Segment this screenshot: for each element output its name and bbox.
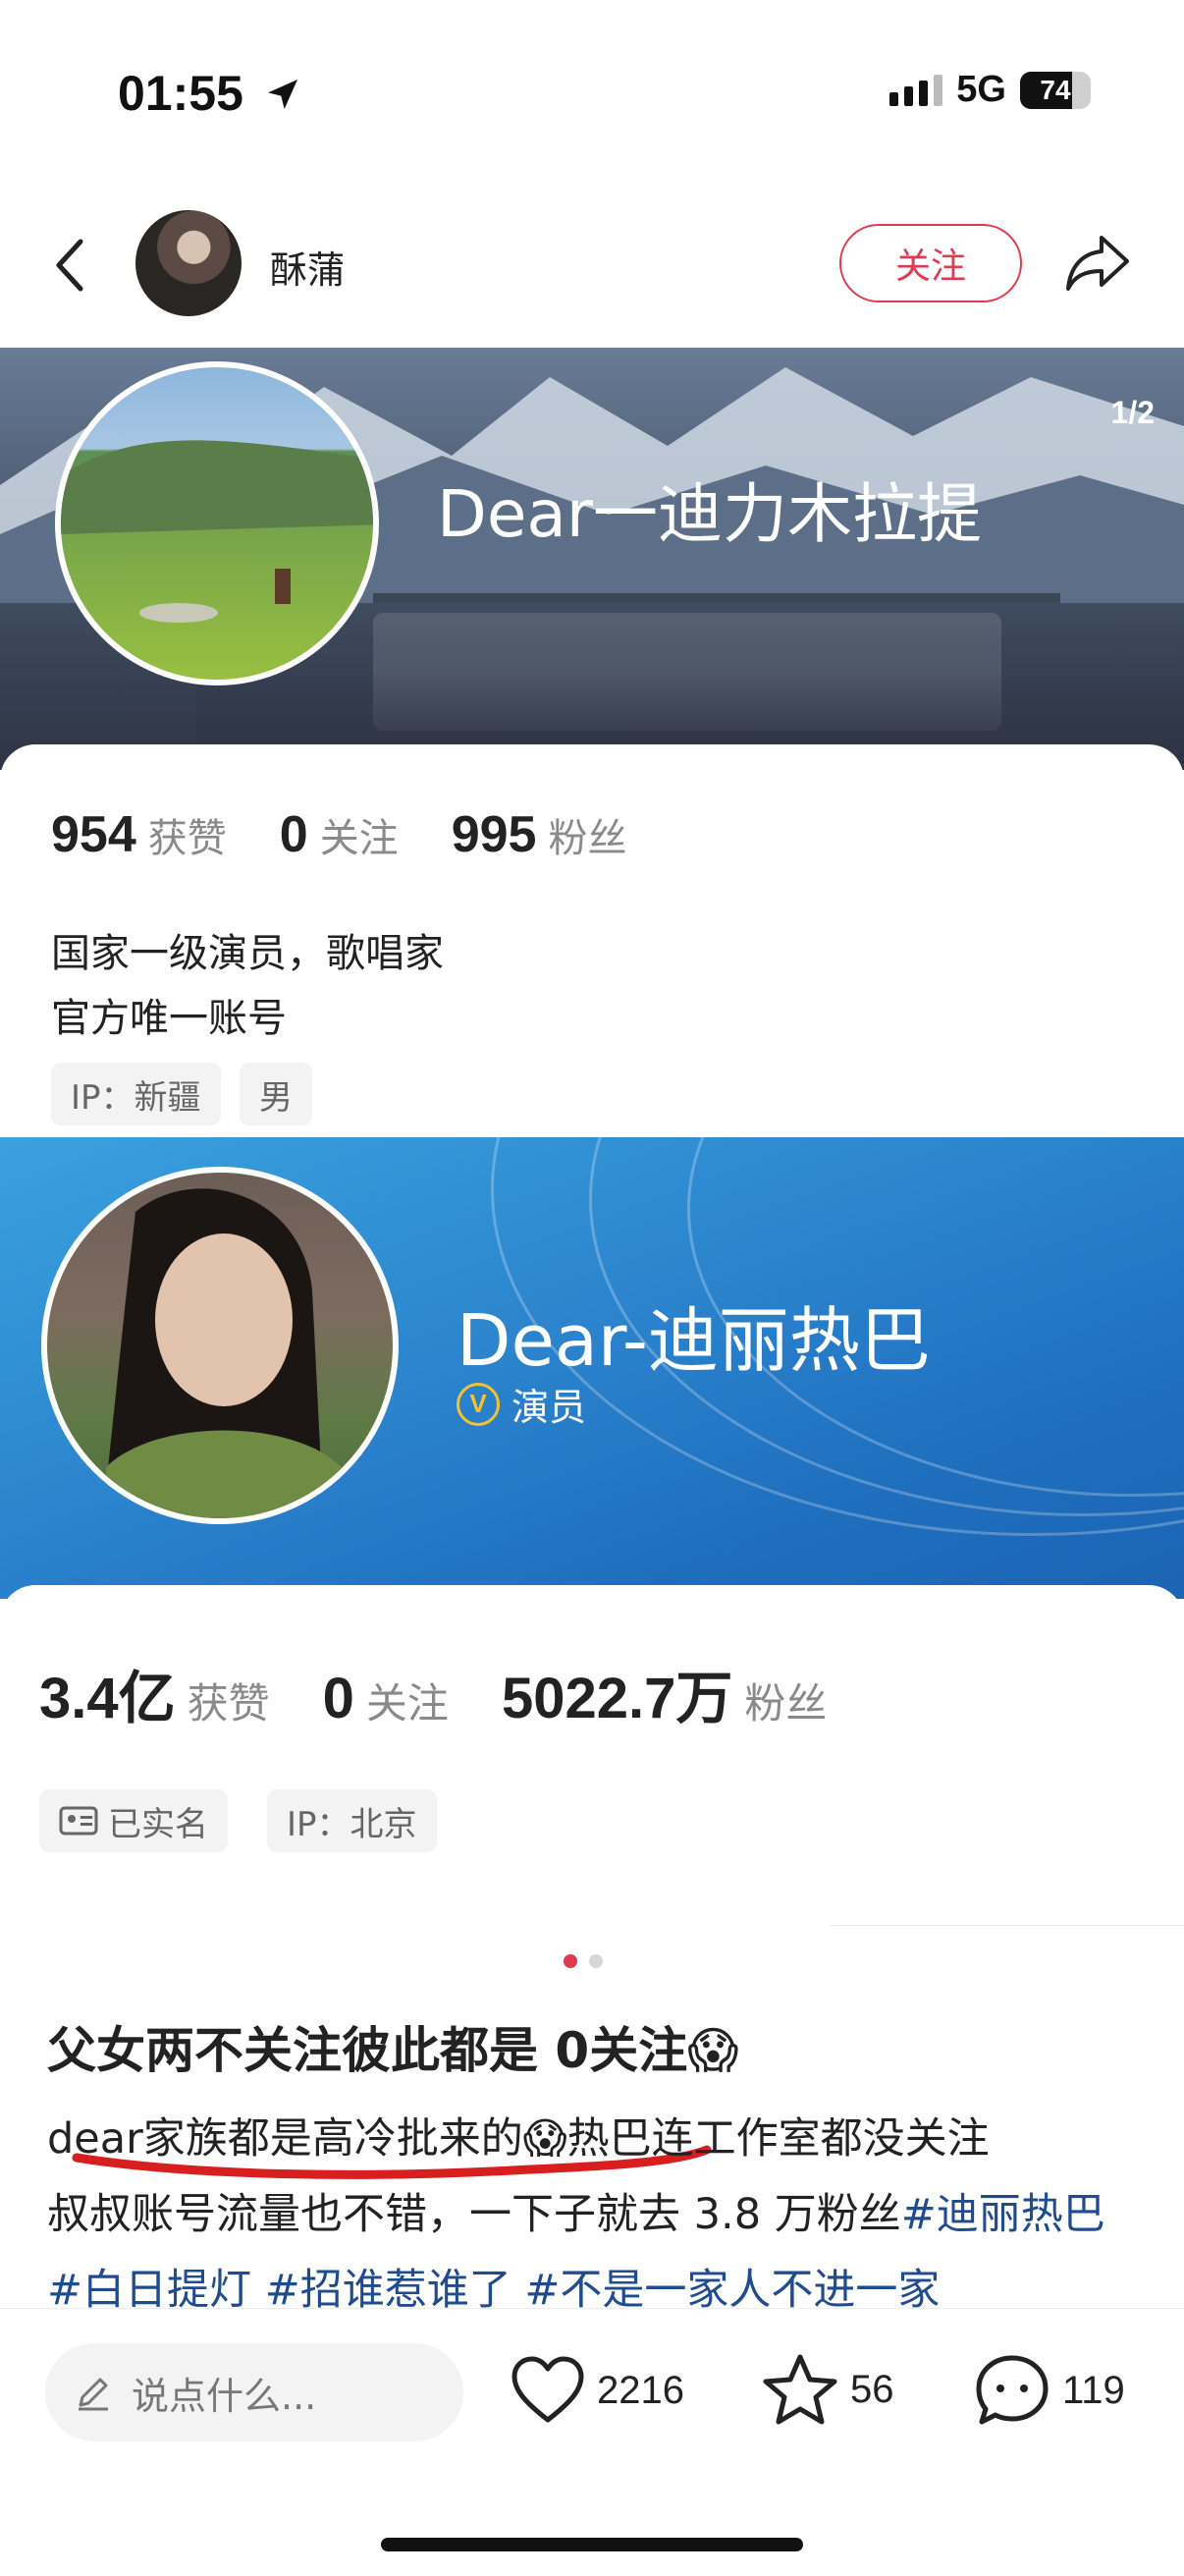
carousel-page-indicator: 1/2 [1110, 395, 1155, 430]
profile-2-stats: 3.4亿 获赞 0 关注 5022.7万 粉丝 [39, 1652, 880, 1734]
real-name-label: 已实名 [108, 1804, 208, 1844]
like-count: 2216 [597, 2368, 684, 2412]
verified-badge-icon: V [457, 1382, 500, 1426]
hashtag-link[interactable]: #迪丽热巴 [901, 2190, 1105, 2239]
screaming-face-emoji: 😱 [687, 2022, 739, 2079]
following-count[interactable]: 0 [323, 1666, 354, 1731]
author-avatar[interactable] [135, 210, 242, 316]
comment-bubble-icon [976, 2355, 1049, 2425]
profile-2-name[interactable]: Dear-迪丽热巴 [457, 1283, 931, 1386]
share-icon[interactable] [1062, 230, 1133, 295]
likes-count: 954 [51, 806, 136, 863]
comment-placeholder: 说点什么... [132, 2374, 317, 2418]
body-text: dear家族都是高冷批来的 [47, 2114, 523, 2164]
pencil-icon [79, 2378, 108, 2411]
profile-1-name[interactable]: Dear一迪力木拉提 [437, 462, 982, 556]
likes-label: 获赞 [187, 1679, 270, 1727]
meadow-scene [61, 440, 373, 623]
heart-icon [511, 2356, 584, 2423]
followers-label[interactable]: 粉丝 [744, 1671, 827, 1730]
status-indicators: 5G 74 [889, 69, 1091, 111]
following-count[interactable]: 0 [280, 805, 308, 864]
favorite-count: 56 [850, 2367, 894, 2411]
carousel-dots [564, 1954, 603, 1968]
battery-level: 74 [1040, 74, 1071, 105]
profile-2-card [0, 1585, 1184, 1919]
carousel-dot[interactable] [589, 1954, 603, 1968]
profile-1-bio-line-1: 国家一级演员，歌唱家 [51, 931, 444, 976]
author-name[interactable]: 酥蒲 [270, 240, 345, 294]
like-button[interactable]: 2216 [511, 2355, 684, 2426]
likes-label: 获赞 [147, 816, 227, 861]
portrait-figure [106, 1188, 342, 1518]
screaming-face-emoji: 😱 [522, 2114, 567, 2164]
profile-1-stats: 954 获赞 0 关注 995 粉丝 [51, 805, 679, 864]
note-title-text: 父女两不关注彼此都是 0关注 [47, 2022, 688, 2079]
comment-count: 119 [1062, 2368, 1125, 2412]
favorite-button[interactable]: 56 [762, 2353, 894, 2426]
network-type: 5G [956, 69, 1006, 110]
note-body: dear家族都是高冷批来的😱热巴连工作室都没关注 叔叔账号流量也不错，一下子就去… [47, 2102, 1147, 2329]
location-arrow-icon [267, 80, 297, 109]
likes-count: 3.4亿 [39, 1667, 176, 1730]
id-card-icon [59, 1806, 98, 1836]
battery-icon: 74 [1020, 71, 1091, 109]
carousel-dot[interactable] [564, 1954, 577, 1968]
gender-tag: 男 [240, 1063, 312, 1125]
comment-button[interactable]: 119 [974, 2353, 1125, 2428]
following-label[interactable]: 关注 [320, 806, 399, 863]
cellular-signal-icon [889, 74, 943, 106]
status-time: 01:55 [118, 65, 302, 122]
note-title: 父女两不关注彼此都是 0关注😱 [47, 2011, 738, 2082]
body-text: 叔叔账号流量也不错，一下子就去 3.8 万粉丝 [47, 2190, 901, 2239]
back-icon[interactable] [51, 236, 90, 295]
profile-1-avatar[interactable] [55, 361, 379, 685]
body-text: 热巴连工作室都没关注 [566, 2114, 990, 2164]
following-label[interactable]: 关注 [366, 1671, 449, 1730]
ip-location-tag: IP：北京 [267, 1789, 437, 1852]
comment-input[interactable]: 说点什么... [45, 2343, 463, 2441]
home-indicator [381, 2538, 803, 2551]
followers-count[interactable]: 5022.7万 [502, 1652, 732, 1734]
profile-1-bio-line-2: 官方唯一账号 [51, 996, 287, 1041]
profile-2-avatar[interactable] [41, 1167, 399, 1524]
real-name-tag: 已实名 [39, 1789, 228, 1852]
followers-count[interactable]: 995 [452, 805, 537, 864]
role-label: 演员 [511, 1386, 587, 1429]
followers-label[interactable]: 粉丝 [548, 806, 626, 863]
divider [831, 1925, 1184, 1926]
ip-location-tag: IP：新疆 [51, 1063, 221, 1125]
follow-button[interactable]: 关注 [839, 224, 1022, 302]
profile-2-role: V 演员 [457, 1377, 586, 1431]
star-icon [763, 2354, 837, 2425]
